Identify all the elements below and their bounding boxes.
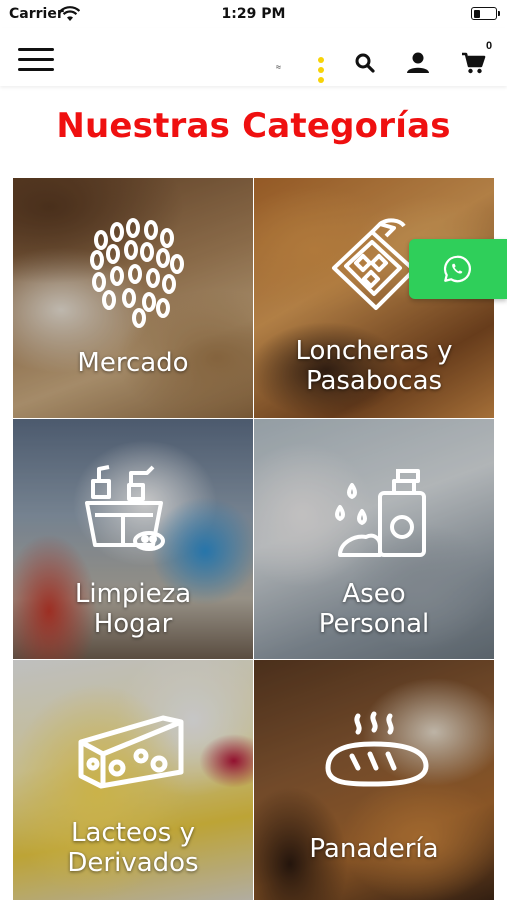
battery-icon xyxy=(471,7,500,20)
app-header: ≈ 0 xyxy=(0,28,507,86)
category-label-line1: Aseo xyxy=(342,579,406,609)
category-label-line2: Personal xyxy=(318,609,430,639)
category-label-line1: Lacteos y xyxy=(70,818,195,848)
grains-icon xyxy=(90,218,184,328)
category-tile-limpieza[interactable]: Limpieza Hogar xyxy=(13,419,253,659)
dot-icon xyxy=(318,67,324,73)
dot-icon xyxy=(318,57,324,63)
category-tile-lacteos[interactable]: Lacteos y Derivados xyxy=(13,660,253,900)
menu-icon-bar xyxy=(18,68,54,71)
category-label-line1: Limpieza xyxy=(74,579,192,609)
logo-placeholder: ≈ xyxy=(276,62,281,72)
cart-count-badge: 0 xyxy=(486,40,493,52)
user-icon[interactable] xyxy=(405,50,431,76)
category-label: Limpieza Hogar xyxy=(13,579,253,639)
category-label-line2: Pasabocas xyxy=(305,366,443,396)
more-options-button[interactable] xyxy=(314,56,328,86)
category-label-line1: Panadería xyxy=(309,834,439,864)
dot-icon xyxy=(318,77,324,83)
cart-icon[interactable] xyxy=(460,50,486,76)
whatsapp-icon xyxy=(443,255,471,283)
menu-icon-bar xyxy=(18,58,54,61)
page-title: Nuestras Categorías xyxy=(56,106,451,146)
search-icon[interactable] xyxy=(352,50,378,76)
whatsapp-button[interactable] xyxy=(409,239,507,299)
battery-level xyxy=(473,9,480,18)
category-label: Lacteos y Derivados xyxy=(13,818,253,878)
category-tile-aseo[interactable]: Aseo Personal xyxy=(254,419,494,659)
category-label-line1: Mercado xyxy=(77,348,189,378)
category-label-line1: Loncheras y xyxy=(295,336,453,366)
status-bar: Carrier 1:29 PM xyxy=(0,0,507,28)
status-time: 1:29 PM xyxy=(221,6,286,22)
category-label: Panadería xyxy=(254,834,494,864)
menu-button[interactable] xyxy=(18,48,54,72)
menu-icon-bar xyxy=(18,48,54,51)
category-label: Mercado xyxy=(13,348,253,378)
bread-icon xyxy=(325,711,429,787)
category-tile-panaderia[interactable]: Panadería xyxy=(254,660,494,900)
category-label: Aseo Personal xyxy=(254,579,494,639)
category-label-line2: Derivados xyxy=(67,848,199,878)
category-tile-mercado[interactable]: Mercado xyxy=(13,178,253,418)
category-label: Loncheras y Pasabocas xyxy=(254,336,494,396)
category-label-line2: Hogar xyxy=(93,609,173,639)
